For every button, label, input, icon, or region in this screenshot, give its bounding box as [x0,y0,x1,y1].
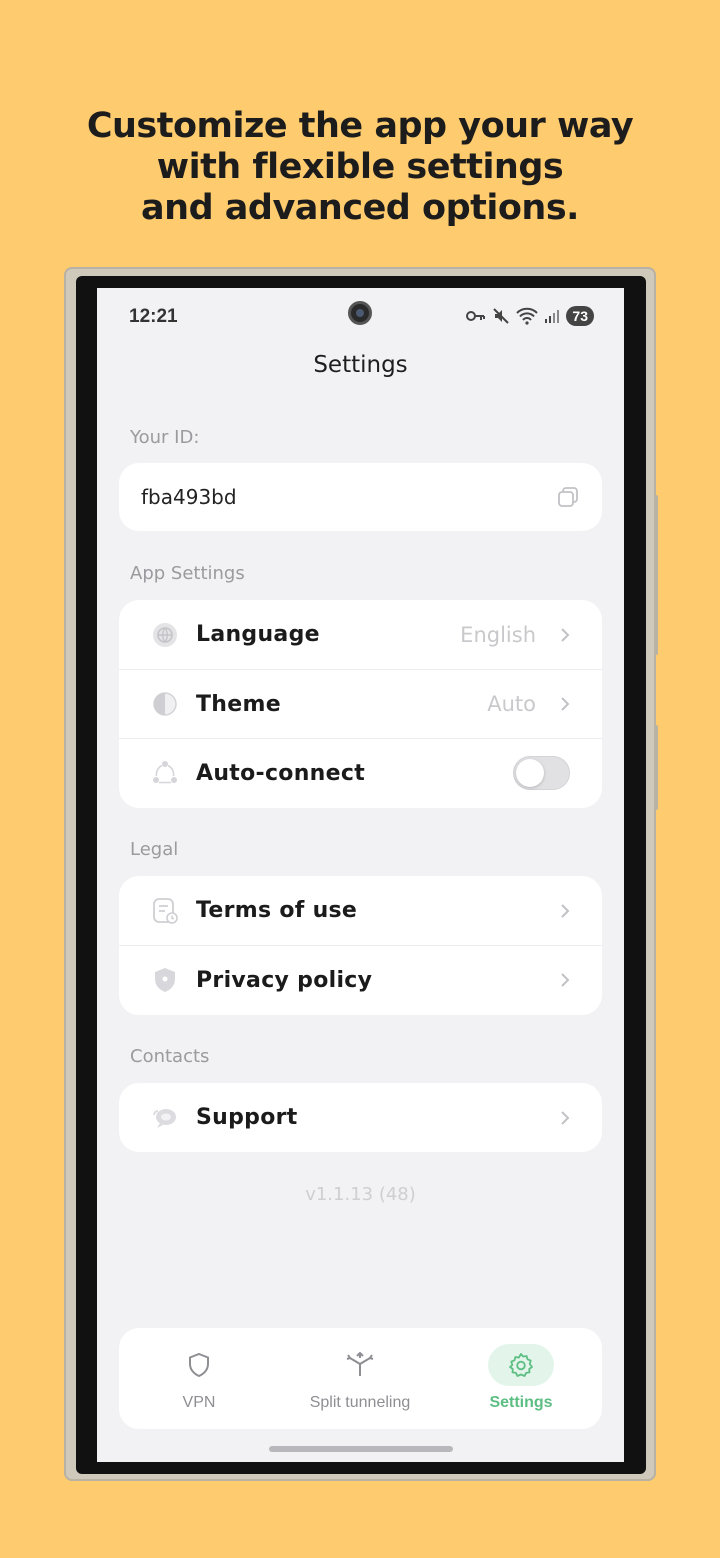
contacts-card: Support [119,1083,602,1152]
chevron-right-icon [561,1110,570,1125]
tab-label: VPN [182,1394,216,1411]
shield-icon [155,968,175,992]
section-label-your-id: Your ID: [130,427,200,448]
row-label: Theme [196,691,281,717]
chevron-right-icon [561,973,570,987]
settings-row-theme[interactable]: Theme Auto [119,669,602,738]
app-version: v1.1.13 (48) [305,1184,416,1205]
document-clock-icon [153,897,178,924]
user-id-value: fba493bd [141,485,237,509]
toggle-knob [516,759,544,787]
language-value: English [460,622,536,647]
app-settings-card: Language English Theme Auto Auto-connect [119,600,602,808]
phone-side-button [654,725,658,810]
globe-icon [153,622,177,647]
phone-screen: 12:21 73 Settings Your ID: fba493bd App … [97,288,624,1462]
section-label-legal: Legal [130,839,179,860]
home-indicator[interactable] [269,1446,453,1452]
tab-label: Settings [489,1394,553,1411]
settings-row-auto-connect[interactable]: Auto-connect [119,738,602,807]
battery-indicator: 73 [566,306,594,326]
settings-row-language[interactable]: Language English [119,600,602,669]
legal-row-privacy[interactable]: Privacy policy [119,945,602,1014]
wifi-icon [516,307,539,325]
mute-icon [493,308,510,324]
row-label: Support [196,1105,298,1130]
row-label: Terms of use [196,898,358,923]
nodes-icon [153,761,177,784]
chevron-right-icon [561,903,570,918]
gear-icon [509,1353,533,1377]
status-icons: 73 [466,306,594,326]
phone-side-button [654,495,658,655]
headline-line-1: Customize the app your way [86,106,634,146]
front-camera [348,301,372,325]
shield-outline-icon [189,1352,209,1378]
tab-split-tunneling[interactable]: Split tunneling [290,1328,430,1429]
contrast-icon [153,692,177,716]
promo-headline: Customize the app your way with flexible… [0,106,720,229]
vpn-key-icon [466,311,486,321]
bottom-tab-bar: VPN Split tunneling Settings [119,1328,602,1429]
row-label: Language [196,622,320,647]
chevron-right-icon [561,697,570,711]
legal-row-terms[interactable]: Terms of use [119,876,602,945]
tab-icon-container [327,1344,393,1386]
headline-line-2: with flexible settings [156,147,564,187]
chat-icon [153,1108,176,1128]
signal-icon [545,310,560,323]
contacts-row-support[interactable]: Support [119,1083,602,1152]
theme-value: Auto [487,692,536,716]
split-arrows-icon [346,1352,374,1376]
auto-connect-toggle[interactable] [513,756,570,790]
tab-icon-container [166,1344,232,1386]
tab-icon-container [488,1344,554,1386]
copy-icon[interactable] [556,485,580,509]
row-label: Auto-connect [196,760,366,786]
page-title: Settings [313,352,408,378]
user-id-card[interactable]: fba493bd [119,463,602,531]
section-label-app-settings: App Settings [130,563,245,584]
tab-vpn[interactable]: VPN [149,1328,249,1429]
headline-line-3: and advanced options. [141,188,579,228]
chevron-right-icon [561,627,570,642]
status-time: 12:21 [129,306,178,327]
tab-label: Split tunneling [309,1394,411,1411]
legal-card: Terms of use Privacy policy [119,876,602,1015]
section-label-contacts: Contacts [130,1046,210,1067]
row-label: Privacy policy [196,967,373,993]
tab-settings[interactable]: Settings [471,1328,571,1429]
